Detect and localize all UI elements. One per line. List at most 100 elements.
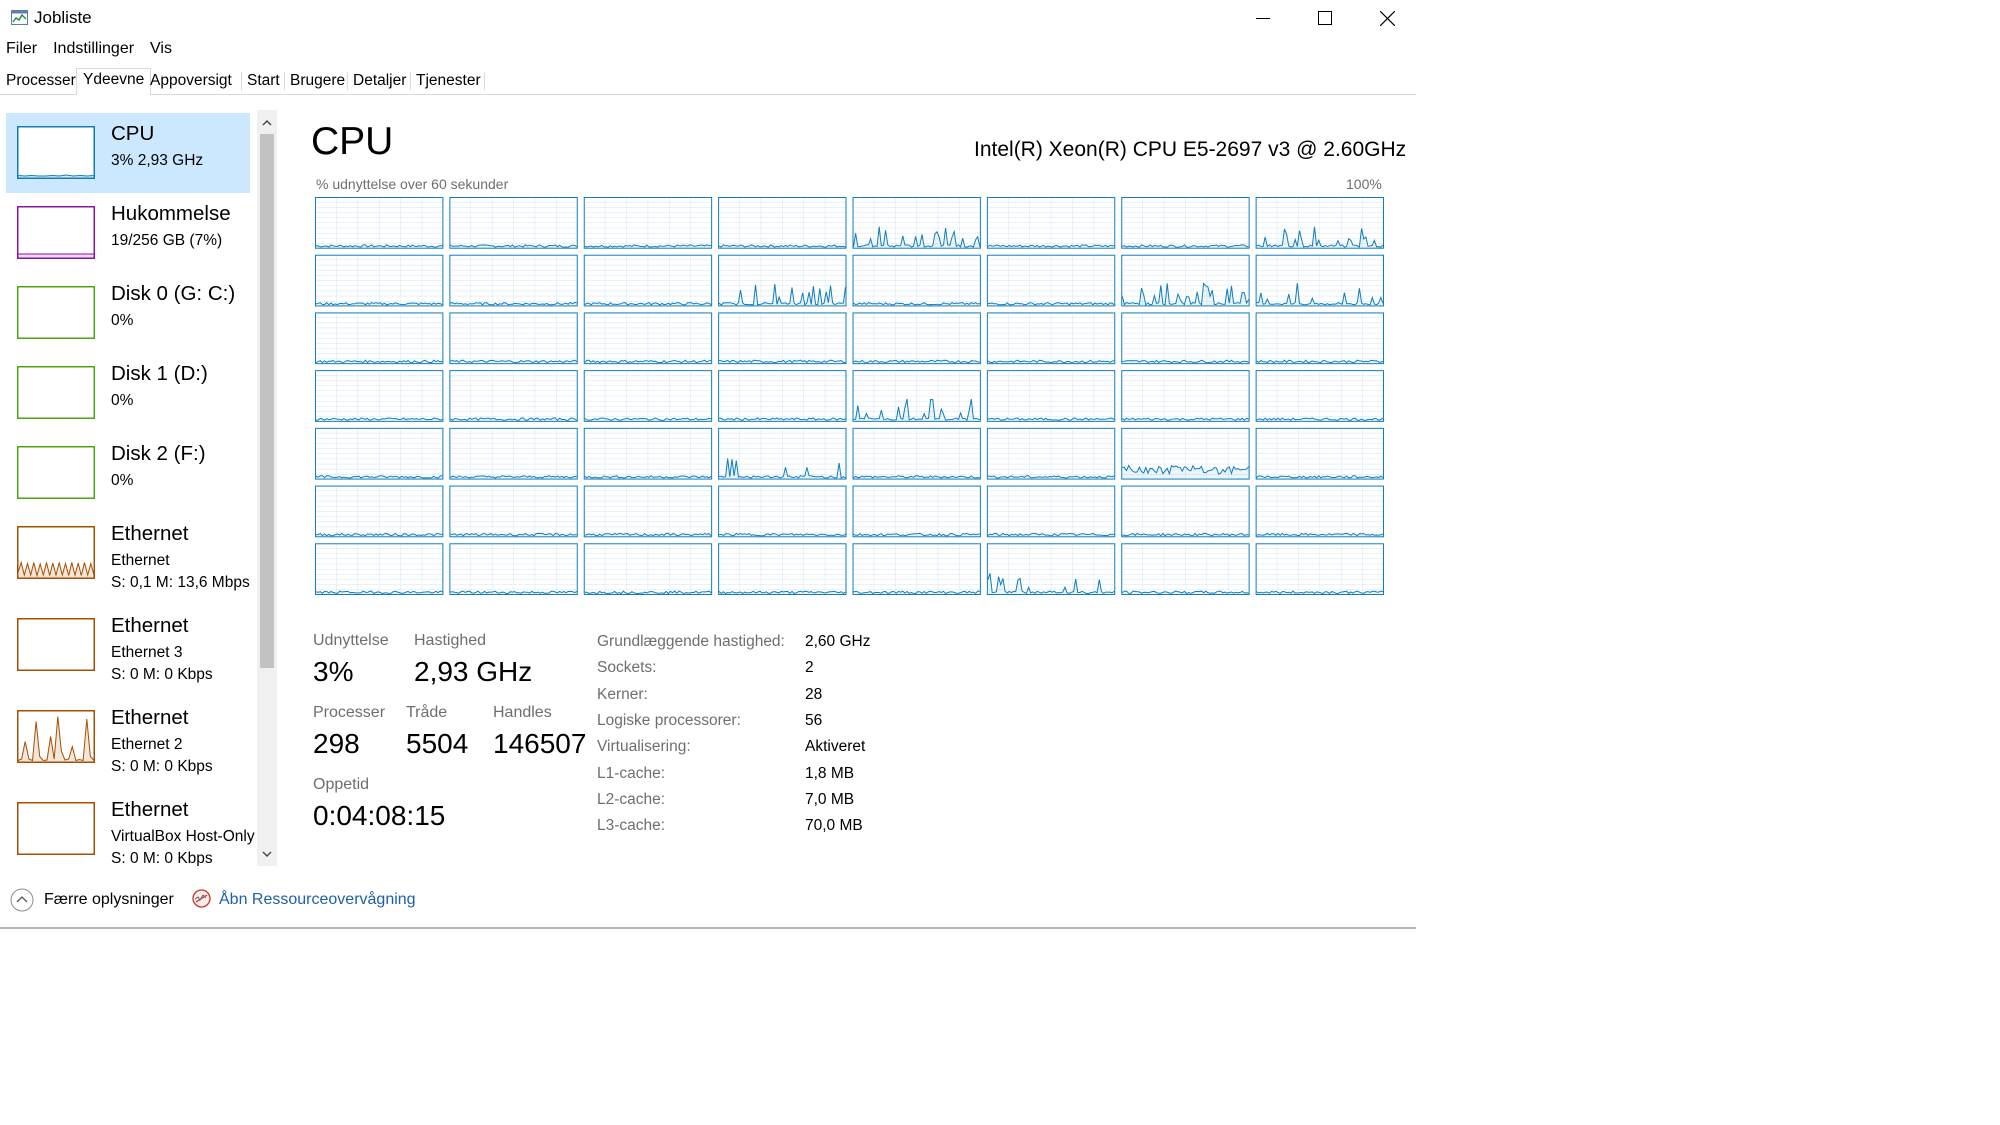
logical-processor-graph [1121, 370, 1250, 422]
thumbnail-frame [17, 126, 95, 179]
cpu-model: Intel(R) Xeon(R) CPU E5-2697 v3 @ 2.60GH… [974, 138, 1407, 161]
logical-processor-graph [718, 312, 847, 365]
resource-item[interactable]: Ethernet Ethernet 2 S: 0 M: 0 Kbps [6, 697, 250, 785]
scroll-up-icon[interactable] [262, 119, 272, 126]
cpu-heading: CPU [311, 120, 394, 163]
logical-processor-graph [718, 543, 847, 595]
logical-processor-graph [449, 543, 578, 595]
resource-list-scrollbar[interactable] [257, 110, 277, 866]
resource-title: Hukommelse [111, 202, 231, 225]
task-manager-window: Jobliste Filer Indstillinger Vis Process… [0, 0, 1416, 929]
resource-throughput: S: 0,1 M: 13,6 Mbps [111, 574, 250, 591]
resource-item[interactable]: Ethernet Ethernet S: 0,1 M: 13,6 Mbps [6, 513, 250, 601]
logical-processor-graph [583, 370, 713, 422]
maximize-button[interactable] [1294, 0, 1356, 36]
resource-item[interactable]: Ethernet Ethernet 3 S: 0 M: 0 Kbps [6, 605, 250, 693]
utilization-label: Udnyttelse [313, 632, 389, 649]
resource-subtitle: 3% 2,93 GHz [111, 152, 204, 169]
fewer-details-link[interactable]: Færre oplysninger [44, 891, 174, 909]
tab-startup[interactable]: Start [241, 70, 286, 92]
logical-processor-graph [718, 254, 847, 307]
uptime-value: 0:04:08:15 [313, 800, 446, 831]
scrollbar-thumb[interactable] [260, 134, 274, 668]
resource-item[interactable]: CPU 3% 2,93 GHz [6, 113, 250, 193]
spec-label: L2-cache: [597, 790, 666, 808]
uptime-label: Oppetid [313, 776, 370, 793]
speed-label: Hastighed [414, 632, 487, 649]
resource-title: Disk 1 (D:) [111, 362, 208, 385]
tab-users[interactable]: Brugere [284, 70, 351, 92]
close-button[interactable] [1356, 0, 1418, 36]
logical-processor-graph [852, 254, 981, 307]
thumbnail-frame [17, 446, 95, 499]
resource-item[interactable]: Hukommelse 19/256 GB (7%) [6, 193, 250, 273]
logical-processor-graph [718, 370, 847, 422]
logical-processor-graph [1255, 254, 1384, 307]
tab-details[interactable]: Detaljer [347, 70, 412, 92]
logical-processor-graphs[interactable] [315, 197, 1384, 595]
spec-label: Logiske processorer: [597, 711, 741, 729]
logical-processor-graph [1255, 485, 1384, 538]
logical-processor-graph [315, 312, 444, 365]
resource-item[interactable]: Disk 1 (D:) 0% [6, 353, 250, 433]
thumbnail-frame [17, 366, 95, 419]
scroll-down-icon[interactable] [262, 851, 272, 858]
logical-processor-graph [449, 197, 578, 249]
graph-axis-label: % udnyttelse over 60 sekunder [316, 176, 509, 192]
logical-processor-graph [986, 312, 1116, 365]
open-resource-monitor-link[interactable]: Åbn Ressourceovervågning [219, 891, 416, 909]
logical-processor-graph [718, 427, 847, 480]
resource-thumbnail-graph [17, 126, 95, 179]
resource-item[interactable]: Ethernet VirtualBox Host-Only S: 0 M: 0 Kb… [6, 789, 255, 866]
collapse-chevron-icon[interactable] [10, 888, 34, 912]
logical-processor-graph [986, 485, 1116, 538]
resource-item[interactable]: Disk 2 (F:) 0% [6, 433, 250, 513]
footer: Færre oplysninger Åbn Ressourceovervågni… [0, 880, 1416, 920]
graph-axis-max: 100% [1346, 176, 1382, 192]
tab-bar: Processer Ydeevne Appoversigt Start Brug… [0, 68, 1416, 95]
logical-processor-graph [718, 485, 847, 538]
tab-app-history[interactable]: Appoversigt [144, 70, 238, 92]
logical-processor-graph [315, 197, 444, 249]
logical-processor-graph [1121, 312, 1250, 365]
logical-processor-graph [1255, 427, 1384, 480]
thumbnail-frame [17, 206, 95, 259]
resource-thumbnail-graph [17, 366, 95, 419]
menu-view[interactable]: Vis [150, 38, 172, 66]
tab-services[interactable]: Tjenester [410, 70, 487, 92]
logical-processor-graph [583, 427, 713, 480]
spec-label: Virtualisering: [597, 738, 691, 756]
processes-label: Processer [313, 704, 386, 721]
logical-processor-graph [583, 312, 713, 365]
logical-processor-graph [583, 485, 713, 538]
minimize-button[interactable] [1232, 0, 1294, 36]
handles-label: Handles [493, 704, 552, 721]
logical-processor-graph [315, 370, 444, 422]
logical-processor-graph [1121, 485, 1250, 538]
logical-processor-graph [583, 543, 713, 595]
tab-performance[interactable]: Ydeevne [76, 68, 152, 95]
logical-processor-graph [1121, 543, 1250, 595]
logical-processor-graph [986, 427, 1116, 480]
thumbnail-frame [17, 802, 95, 855]
resource-thumbnail-graph [17, 618, 95, 671]
resource-subtitle: 0% [111, 312, 134, 329]
logical-processor-graph [449, 312, 578, 365]
threads-value: 5504 [406, 728, 469, 759]
menu-file[interactable]: Filer [6, 38, 37, 66]
spec-value: Aktiveret [805, 738, 866, 756]
tab-processes[interactable]: Processer [0, 70, 82, 92]
spec-value: 1,8 MB [805, 764, 855, 782]
resource-subtitle: 0% [111, 472, 134, 489]
spec-value: 56 [805, 711, 823, 729]
logical-processor-graph [583, 254, 713, 307]
resource-thumbnail-graph [17, 710, 95, 763]
resource-subtitle: 0% [111, 392, 134, 409]
logical-processor-graph [1121, 197, 1250, 249]
resource-item[interactable]: Disk 0 (G: C:) 0% [6, 273, 250, 353]
spec-label: Kerner: [597, 685, 648, 703]
logical-processor-graph [1255, 543, 1384, 595]
resource-subtitle: Ethernet [111, 552, 170, 569]
close-icon [1379, 10, 1395, 26]
menu-options[interactable]: Indstillinger [53, 38, 134, 66]
